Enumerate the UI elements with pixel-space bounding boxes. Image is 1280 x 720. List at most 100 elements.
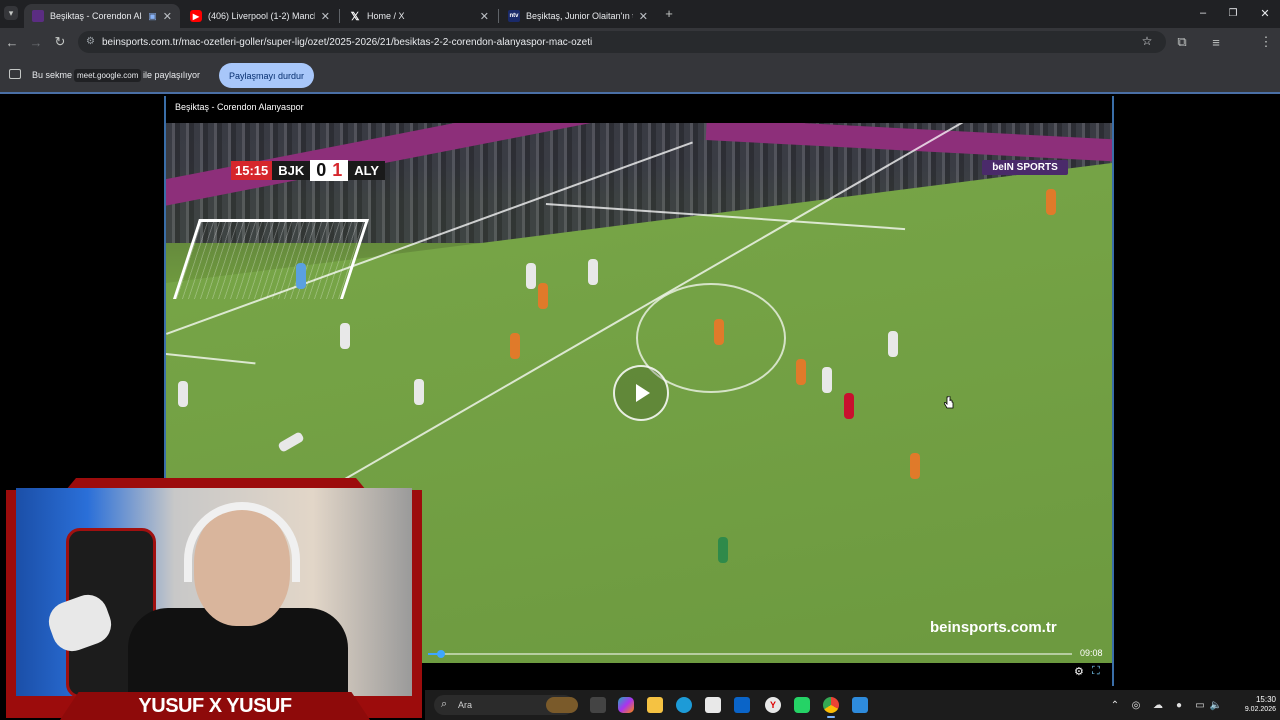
headset: [184, 502, 300, 582]
player-figure: [718, 537, 728, 563]
close-window-icon[interactable]: ✕: [1258, 6, 1272, 20]
stop-sharing-button[interactable]: Paylaşmayı durdur: [219, 63, 314, 88]
url-text: beinsports.com.tr/mac-ozetleri-goller/su…: [102, 36, 593, 48]
player-figure: [888, 331, 898, 357]
player-figure: [714, 319, 724, 345]
broadcaster-logo: beIN SPORTS: [982, 160, 1068, 175]
chrome-icon[interactable]: [823, 697, 839, 713]
player-figure: [510, 333, 520, 359]
task-view-icon[interactable]: [590, 697, 606, 713]
whatsapp-icon[interactable]: [794, 697, 810, 713]
player-figure: [538, 283, 548, 309]
copilot-icon[interactable]: [618, 697, 634, 713]
progress-bar[interactable]: [428, 650, 1072, 658]
search-placeholder: Ara: [458, 700, 473, 710]
tab-besiktas[interactable]: Beşiktaş - Corendon Alanya ▣ ✕: [24, 4, 180, 28]
back-arrow-icon[interactable]: ←: [2, 32, 22, 52]
tab-title: (406) Liverpool (1-2) Manchester: [208, 11, 315, 21]
x-icon: 𝕏: [350, 10, 360, 23]
progress-scrubber[interactable]: [436, 650, 445, 658]
close-tab-icon[interactable]: ✕: [163, 10, 172, 23]
goal-net: [173, 219, 369, 299]
player-figure: [822, 367, 832, 393]
minimize-icon[interactable]: –: [1196, 6, 1210, 20]
share-prefix-text: Bu sekme: [32, 70, 73, 80]
youtube-icon: ▶: [190, 10, 202, 22]
away-team: ALY: [348, 160, 386, 180]
away-score: 1: [332, 159, 343, 180]
gear-icon[interactable]: ⚙: [1074, 665, 1086, 678]
webcam-feed: [16, 488, 412, 696]
store-icon[interactable]: [705, 697, 721, 713]
clock-date[interactable]: 9.02.2026: [1222, 706, 1276, 713]
tab-liverpool[interactable]: ▶ (406) Liverpool (1-2) Manchester ✕: [182, 4, 338, 28]
display-icon[interactable]: ▭: [1194, 699, 1206, 711]
score: 0 1: [310, 159, 349, 181]
duration-label: 09:08: [1080, 648, 1103, 658]
reload-icon[interactable]: ↻: [50, 32, 70, 52]
share-suffix-text: ile paylaşılıyor: [143, 70, 201, 80]
share-target-chip: meet.google.com: [74, 69, 142, 82]
widgets-icon[interactable]: [546, 697, 578, 713]
tab-divider: [498, 9, 499, 23]
tab-sharing-bar: Bu sekme meet.google.com ile paylaşılıyo…: [0, 56, 1280, 94]
news-icon: ntv: [508, 10, 520, 22]
menu-kebab-icon[interactable]: ⋮: [1256, 32, 1276, 52]
home-score: 0: [316, 159, 327, 180]
play-icon: [636, 384, 650, 402]
tab-x-home[interactable]: 𝕏 Home / X ✕: [341, 4, 497, 28]
streamer-banner: YUSUF X YUSUF: [60, 692, 370, 720]
site-info-icon[interactable]: ⚙: [86, 36, 96, 48]
search-icon: ⌕: [441, 698, 448, 710]
close-tab-icon[interactable]: ✕: [639, 10, 648, 23]
edge-icon[interactable]: [676, 697, 692, 713]
new-tab-button[interactable]: +: [662, 6, 676, 21]
webcam-overlay: YUSUF X YUSUF: [0, 478, 425, 720]
tab-junior-olaitan[interactable]: ntv Beşiktaş, Junior Olaitan'ın transfer…: [500, 4, 656, 28]
player-figure: [588, 259, 598, 285]
bookmark-star-icon[interactable]: ☆: [1140, 34, 1154, 48]
player-figure: [844, 393, 854, 419]
forward-arrow-icon[interactable]: →: [26, 32, 46, 52]
active-app-indicator: [827, 716, 835, 718]
headset-icon[interactable]: ◎: [1130, 699, 1142, 711]
chevron-up-icon[interactable]: ⌃: [1109, 699, 1121, 711]
scorebug: 15:15 BJK 0 1 ALY: [231, 159, 386, 181]
screen-share-icon: ▣: [148, 10, 157, 21]
file-explorer-icon[interactable]: [647, 697, 663, 713]
tab-title: Home / X: [367, 11, 405, 21]
home-team: BJK: [272, 160, 311, 180]
volume-icon[interactable]: 🔈: [1210, 699, 1222, 711]
tab-title: Beşiktaş, Junior Olaitan'ın transfer: [526, 11, 633, 21]
hand-cursor-icon: [944, 396, 954, 409]
player-figure: [296, 263, 306, 289]
bein-icon: [32, 10, 44, 22]
tab-search-button[interactable]: ▾: [4, 6, 18, 20]
browser-toolbar: ← → ↻ ⚙ beinsports.com.tr/mac-ozetleri-g…: [0, 28, 1280, 77]
player-figure: [910, 453, 920, 479]
microphone-icon[interactable]: ●: [1173, 699, 1185, 711]
restore-icon[interactable]: ❐: [1226, 6, 1240, 20]
yandex-icon[interactable]: Y: [765, 697, 781, 713]
clock-time[interactable]: 15:30: [1240, 695, 1276, 704]
play-button[interactable]: [613, 365, 669, 421]
player-figure: [526, 263, 536, 289]
app-icon[interactable]: [852, 697, 868, 713]
video-title: Beşiktaş - Corendon Alanyaspor: [175, 102, 304, 112]
extensions-icon[interactable]: ⧉: [1172, 32, 1192, 52]
fullscreen-icon[interactable]: ⛶: [1092, 665, 1104, 677]
address-bar[interactable]: ⚙ beinsports.com.tr/mac-ozetleri-goller/…: [78, 31, 1166, 53]
cloud-icon[interactable]: ☁: [1152, 699, 1164, 711]
player-figure: [178, 381, 188, 407]
site-watermark: beinsports.com.tr: [930, 619, 1057, 636]
outlook-icon[interactable]: [734, 697, 750, 713]
player-figure: [796, 359, 806, 385]
close-tab-icon[interactable]: ✕: [480, 10, 489, 23]
close-tab-icon[interactable]: ✕: [321, 10, 330, 23]
media-controls-icon[interactable]: ≡: [1206, 32, 1226, 52]
tab-strip: ▾ Beşiktaş - Corendon Alanya ▣ ✕ ▶ (406)…: [0, 0, 1280, 28]
player-figure: [414, 379, 424, 405]
streamer-name: YUSUF X YUSUF: [138, 694, 292, 717]
match-clock: 15:15: [231, 160, 273, 180]
tab-divider: [339, 9, 340, 23]
